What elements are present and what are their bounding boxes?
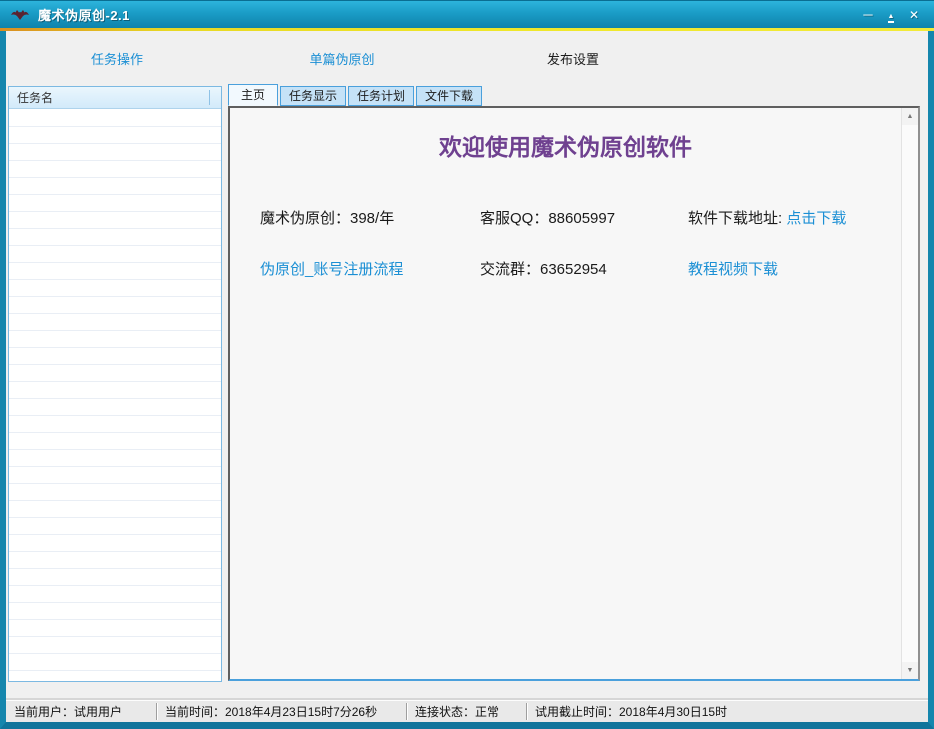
status-current-user: 当前用户：试用用户 — [6, 703, 156, 720]
group-qq-text: 交流群：63652954 — [480, 258, 607, 279]
client-area: 任务操作 单篇伪原创 发布设置 任务名 主页 任务显示 任务计划 文件下载 欢迎… — [0, 31, 934, 729]
task-list-panel: 任务名 — [8, 86, 222, 682]
tab-file-download[interactable]: 文件下载 — [416, 86, 482, 106]
tab-task-display[interactable]: 任务显示 — [280, 86, 346, 106]
status-bar: 当前用户：试用用户 当前时间：2018年4月23日15时7分26秒 连接状态：正… — [6, 700, 928, 722]
app-window: 魔术伪原创-2.1 ─ ▲ ✕ 任务操作 单篇伪原创 发布设置 任务名 主页 任… — [0, 0, 934, 729]
price-text: 魔术伪原创：398/年 — [260, 207, 394, 228]
download-link[interactable]: 点击下载 — [786, 210, 846, 227]
close-button[interactable]: ✕ — [907, 9, 921, 21]
tutorial-video-link[interactable]: 教程视频下载 — [688, 258, 778, 279]
maximize-icon: ▲ — [888, 13, 895, 23]
vertical-scrollbar[interactable]: ▲ ▼ — [901, 108, 918, 679]
window-title: 魔术伪原创-2.1 — [38, 5, 130, 24]
tab-task-schedule[interactable]: 任务计划 — [348, 86, 414, 106]
maximize-button[interactable]: ▲ — [884, 8, 898, 23]
welcome-heading: 欢迎使用魔术伪原创软件 — [230, 128, 901, 162]
info-row: 魔术伪原创：398/年 客服QQ：88605997 软件下载地址: 点击下载 — [230, 207, 901, 227]
nav-item-single-pseudo-original[interactable]: 单篇伪原创 — [309, 49, 374, 68]
nav-item-task-operations[interactable]: 任务操作 — [91, 49, 143, 68]
scroll-up-icon[interactable]: ▲ — [902, 108, 918, 125]
task-list-column-header[interactable]: 任务名 — [9, 87, 221, 109]
status-current-time: 当前时间：2018年4月23日15时7分26秒 — [156, 703, 406, 720]
download-address-cell: 软件下载地址: 点击下载 — [688, 207, 846, 228]
status-connection-state: 连接状态：正常 — [406, 703, 526, 720]
account-register-guide-link[interactable]: 伪原创_账号注册流程 — [260, 258, 403, 279]
service-qq-text: 客服QQ：88605997 — [480, 207, 615, 228]
status-trial-deadline: 试用截止时间：2018年4月30日15时 — [526, 703, 928, 720]
app-icon — [10, 8, 30, 22]
home-content-panel: 欢迎使用魔术伪原创软件 魔术伪原创：398/年 客服QQ：88605997 软件… — [228, 106, 920, 681]
nav-item-publish-settings[interactable]: 发布设置 — [547, 49, 599, 68]
task-list-body[interactable] — [9, 110, 221, 681]
scroll-down-icon[interactable]: ▼ — [902, 662, 918, 679]
download-address-label: 软件下载地址: — [688, 210, 786, 227]
minimize-button[interactable]: ─ — [861, 9, 875, 21]
titlebar: 魔术伪原创-2.1 ─ ▲ ✕ — [0, 0, 934, 28]
tab-home[interactable]: 主页 — [228, 84, 278, 106]
window-controls: ─ ▲ ✕ — [861, 1, 921, 29]
tabstrip: 主页 任务显示 任务计划 文件下载 — [228, 84, 482, 106]
info-row: 伪原创_账号注册流程 交流群：63652954 教程视频下载 — [230, 258, 901, 278]
